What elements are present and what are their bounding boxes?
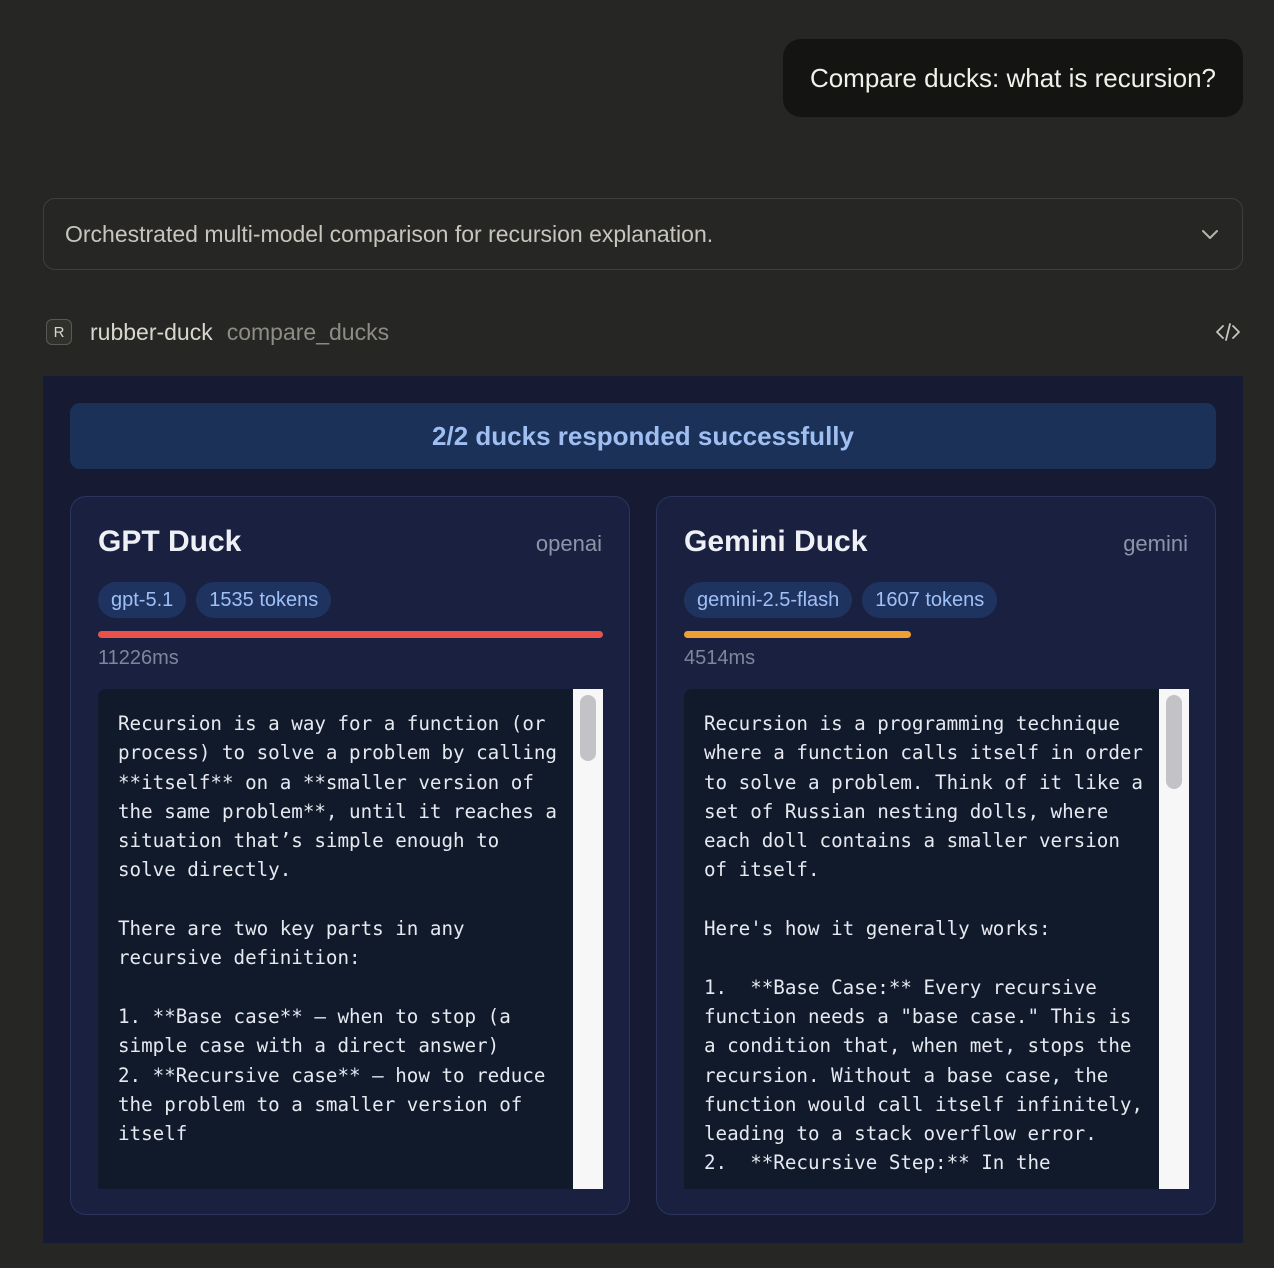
tool-call-header: R rubber-duck compare_ducks — [46, 312, 1242, 352]
latency-bar-fill — [98, 631, 603, 638]
tool-server-name: rubber-duck — [90, 318, 213, 345]
duck-provider: openai — [535, 531, 602, 556]
code-icon[interactable] — [1214, 321, 1242, 343]
tokens-chip: 1607 tokens — [862, 582, 998, 618]
response-box[interactable]: Recursion is a programming technique whe… — [684, 689, 1189, 1189]
response-text: Recursion is a programming technique whe… — [704, 712, 1143, 1175]
response-text: Recursion is a way for a function (or pr… — [118, 712, 557, 1146]
response-time: 11226ms — [98, 647, 179, 669]
model-chip: gemini-2.5-flash — [684, 582, 853, 618]
response-time: 4514ms — [684, 647, 756, 669]
success-banner: 2/2 ducks responded successfully — [70, 403, 1216, 469]
response-scrollbar[interactable] — [573, 689, 603, 1189]
duck-card-gemini: Gemini Duck gemini gemini-2.5-flash 1607… — [656, 496, 1216, 1215]
duck-name: GPT Duck — [98, 525, 242, 558]
latency-bar — [684, 631, 1189, 638]
duck-name: Gemini Duck — [684, 525, 868, 558]
model-chip: gpt-5.1 — [98, 582, 187, 618]
latency-bar-fill — [684, 631, 912, 638]
scrollbar-thumb[interactable] — [1166, 695, 1182, 789]
tokens-chip: 1535 tokens — [196, 582, 332, 618]
duck-provider: gemini — [1123, 531, 1188, 556]
response-scrollbar[interactable] — [1159, 689, 1189, 1189]
thinking-summary-toggle[interactable]: Orchestrated multi-model comparison for … — [43, 198, 1243, 270]
summary-text: Orchestrated multi-model comparison for … — [65, 220, 714, 247]
scrollbar-thumb[interactable] — [580, 695, 596, 761]
user-message: Compare ducks: what is recursion? — [782, 39, 1243, 117]
tool-result-panel: 2/2 ducks responded successfully GPT Duc… — [43, 376, 1243, 1243]
latency-bar — [98, 631, 603, 638]
tool-function-name: compare_ducks — [226, 318, 390, 345]
response-box[interactable]: Recursion is a way for a function (or pr… — [98, 689, 603, 1189]
chevron-down-icon[interactable] — [1200, 224, 1220, 244]
duck-card-gpt: GPT Duck openai gpt-5.1 1535 tokens 1122… — [70, 496, 630, 1215]
tool-server-badge: R — [46, 319, 72, 345]
